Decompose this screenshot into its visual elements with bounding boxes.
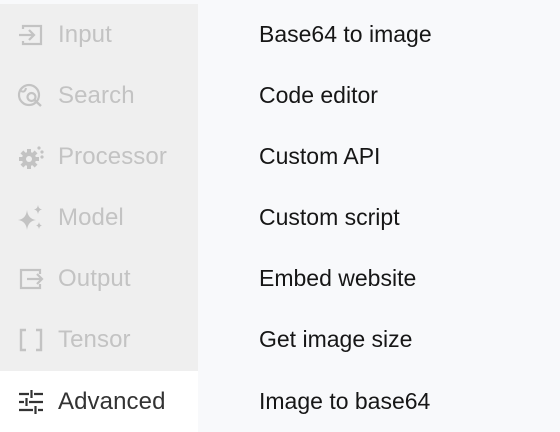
list-item[interactable]: Embed website: [259, 248, 559, 309]
list-item[interactable]: Get image size: [259, 309, 559, 370]
list-item[interactable]: Code editor: [259, 65, 559, 126]
category-label: Advanced: [58, 387, 166, 415]
category-input[interactable]: Input: [0, 4, 198, 65]
category-model[interactable]: Model: [0, 187, 198, 248]
category-sidebar: Input Search Processor Model Output Tens…: [0, 4, 198, 432]
input-icon: [16, 20, 46, 50]
search-icon: [16, 81, 46, 111]
node-picker: Input Search Processor Model Output Tens…: [0, 0, 560, 432]
list-item[interactable]: Base64 to image: [259, 4, 559, 65]
category-output[interactable]: Output: [0, 248, 198, 309]
category-label: Output: [58, 264, 131, 292]
list-item[interactable]: Image to base64: [259, 371, 559, 432]
brackets-icon: [16, 325, 46, 355]
category-label: Model: [58, 203, 124, 231]
category-label: Processor: [58, 142, 167, 170]
category-label: Search: [58, 81, 135, 109]
output-icon: [16, 264, 46, 294]
category-label: Input: [58, 20, 112, 48]
sparkle-icon: [16, 203, 46, 233]
category-advanced[interactable]: Advanced: [0, 371, 198, 432]
category-tensor[interactable]: Tensor: [0, 309, 198, 370]
list-item[interactable]: Custom API: [259, 126, 559, 187]
category-label: Tensor: [58, 325, 131, 353]
sliders-icon: [16, 387, 46, 417]
category-search[interactable]: Search: [0, 65, 198, 126]
processor-gear-icon: [16, 142, 46, 172]
category-processor[interactable]: Processor: [0, 126, 198, 187]
list-item[interactable]: Custom script: [259, 187, 559, 248]
